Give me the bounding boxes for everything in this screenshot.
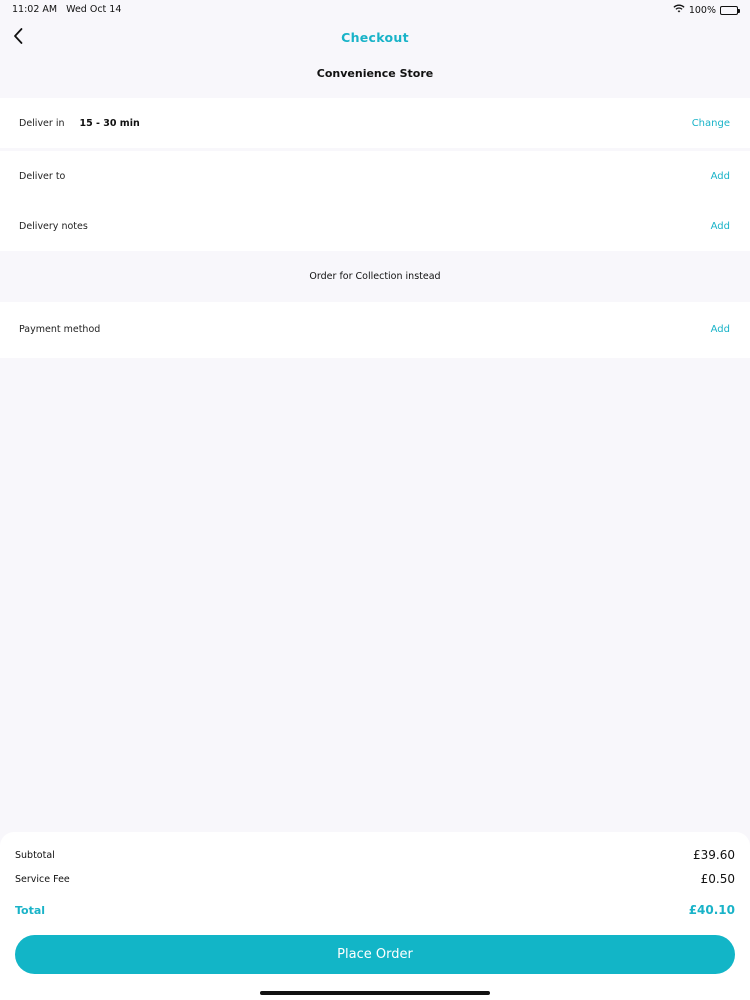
- status-date: Wed Oct 14: [66, 4, 122, 15]
- add-payment-button[interactable]: Add: [711, 324, 730, 335]
- status-left: 11:02 AM Wed Oct 14: [12, 4, 127, 15]
- deliver-in-card: Deliver in 15 - 30 min Change: [0, 98, 750, 148]
- home-indicator: [260, 991, 490, 995]
- deliver-to-row: Deliver to Add: [0, 151, 750, 201]
- place-order-button[interactable]: Place Order: [15, 935, 735, 974]
- service-fee-value: £0.50: [700, 872, 735, 886]
- subtotal-row: Subtotal £39.60: [15, 848, 735, 862]
- deliver-in-value: 15 - 30 min: [79, 117, 140, 129]
- subtotal-value: £39.60: [693, 848, 735, 862]
- deliver-in-label: Deliver in: [19, 117, 65, 129]
- status-right: 100%: [673, 4, 740, 16]
- payment-card: Payment method Add: [0, 302, 750, 358]
- subtotal-label: Subtotal: [15, 849, 55, 861]
- battery-percent: 100%: [688, 4, 716, 16]
- status-time: 11:02 AM: [12, 4, 58, 15]
- delivery-notes-row: Delivery notes Add: [0, 201, 750, 251]
- delivery-notes-label: Delivery notes: [19, 220, 88, 232]
- service-fee-row: Service Fee £0.50: [15, 872, 735, 886]
- order-for-collection-button[interactable]: Order for Collection instead: [0, 252, 750, 300]
- change-delivery-time-button[interactable]: Change: [692, 118, 730, 129]
- wifi-icon: [673, 4, 685, 16]
- store-name: Convenience Store: [316, 67, 434, 80]
- total-value: £40.10: [688, 903, 735, 917]
- page-title: Checkout: [341, 30, 409, 45]
- add-notes-button[interactable]: Add: [711, 221, 730, 232]
- battery-icon: [720, 5, 740, 15]
- payment-method-row: Payment method Add: [0, 302, 750, 356]
- payment-method-label: Payment method: [19, 323, 101, 335]
- add-address-button[interactable]: Add: [711, 171, 730, 182]
- total-row: Total £40.10: [15, 903, 735, 917]
- status-bar: 11:02 AM Wed Oct 14 100%: [0, 0, 750, 18]
- deliver-to-label: Deliver to: [19, 170, 66, 182]
- service-fee-label: Service Fee: [15, 873, 70, 885]
- total-label: Total: [15, 903, 46, 917]
- deliver-in-row: Deliver in 15 - 30 min Change: [0, 98, 750, 148]
- nav-bar: Checkout: [0, 18, 750, 58]
- delivery-details-card: Deliver to Add Delivery notes Add: [0, 151, 750, 251]
- order-summary: Subtotal £39.60 Service Fee £0.50 Total …: [0, 832, 750, 1000]
